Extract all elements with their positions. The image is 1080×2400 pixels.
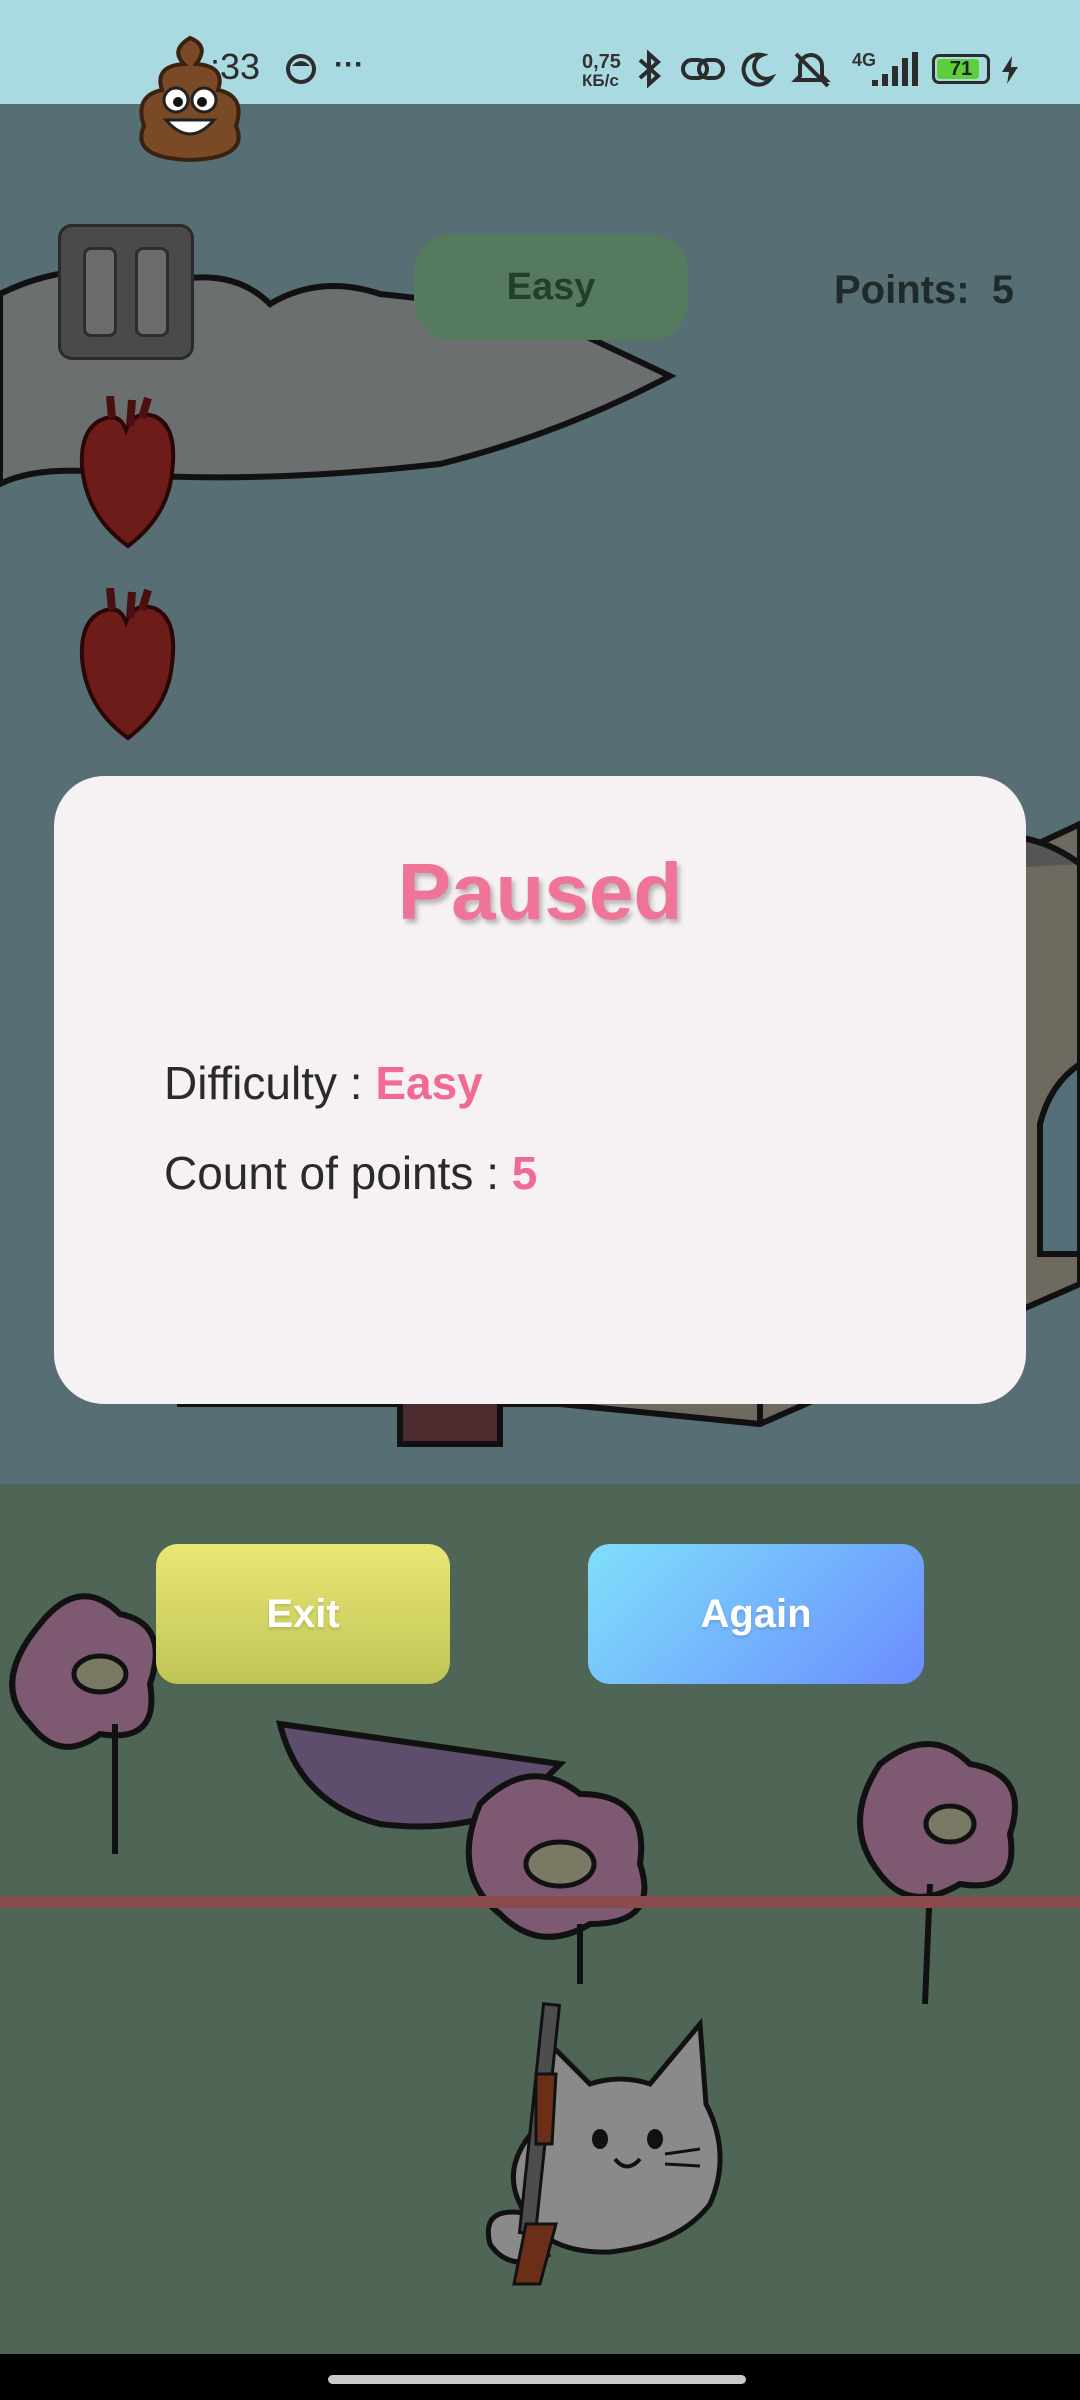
player-cat-character [486,2002,723,2286]
face-notification-icon [286,54,316,84]
battery-level: 71 [949,58,973,80]
difficulty-chip: Easy [414,234,688,340]
network-speed-unit: КБ/с [582,71,619,90]
exit-button[interactable]: Exit [156,1544,450,1684]
pause-icon-bar [135,247,169,337]
points-counter: Points: 5 [834,268,1015,312]
again-button[interactable]: Again [588,1544,924,1684]
pause-button[interactable] [58,224,194,360]
dialog-title: Paused [397,847,683,936]
falling-poop-enemy [139,35,241,163]
charging-icon [1002,56,1018,84]
life-heart-icon [79,396,176,549]
home-indicator[interactable] [328,2375,746,2384]
mute-icon [791,52,831,88]
more-notifications-indicator: ··· [334,48,364,81]
difficulty-label: Difficulty : [164,1057,376,1109]
signal-icon [872,52,918,86]
moon-icon [741,52,776,87]
network-speed-value: 0,75 [582,51,621,73]
difficulty-row: Difficulty : Easy [164,1056,483,1110]
pause-icon-bar [83,247,117,337]
difficulty-value: Easy [375,1057,483,1109]
link-icon [681,58,725,80]
paused-dialog: Paused Difficulty : Easy Count of points… [54,776,1026,1404]
battery-icon: 71 [932,54,990,84]
life-heart-icon [79,588,176,741]
bluetooth-icon [638,49,662,89]
points-label: Count of points : [164,1147,512,1199]
points-value: 5 [511,1147,538,1199]
points-row: Count of points : 5 [164,1146,537,1200]
